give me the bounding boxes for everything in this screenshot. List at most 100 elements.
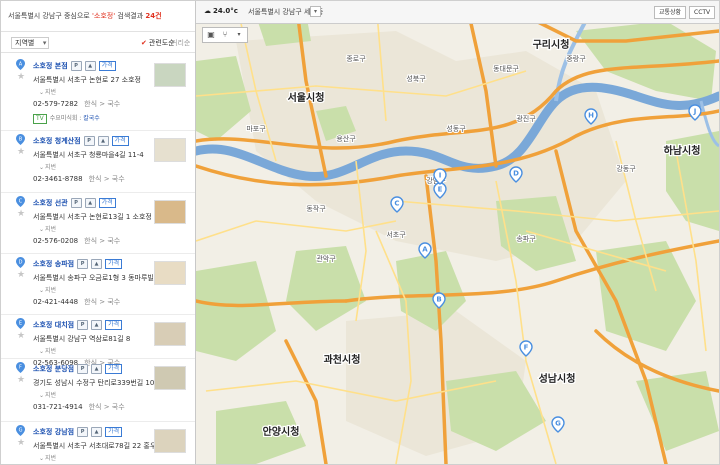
- favorite-star-icon[interactable]: ★: [17, 331, 25, 341]
- result-address: 서울특별시 서초구 청룡마을4길 11-4: [33, 151, 144, 159]
- result-title[interactable]: 소호정 대치점: [33, 321, 74, 329]
- map-place-label: 마포구: [246, 124, 266, 133]
- parking-icon: P: [83, 136, 95, 146]
- price-button[interactable]: 가격: [105, 364, 123, 374]
- result-item[interactable]: F ★ 소호정 분당점P▲가격경기도 성남시 수정구 탄리로339번길 10 지번 03…: [1, 358, 195, 422]
- result-address: 경기도 성남시 수정구 탄리로339번길 10: [33, 379, 155, 387]
- result-thumbnail[interactable]: [154, 63, 186, 87]
- sort-bar: 지역별 관련도순 거리순: [1, 31, 195, 53]
- map-place-label: 서울시청: [288, 91, 325, 104]
- result-address: 서울특별시 송파구 오금로1형 3 동마루빌딩: [33, 274, 161, 282]
- restaurant-icon[interactable]: ⑂: [219, 30, 231, 40]
- map-marker-icon[interactable]: F: [16, 362, 25, 373]
- map-marker-icon[interactable]: A: [16, 59, 25, 70]
- result-item[interactable]: C ★ 소호정 선관P▲가격서울특별시 서초구 논현로13길 1 소호정지번 02-5…: [1, 192, 195, 254]
- parking-icon: P: [77, 320, 89, 330]
- marker-letter: E: [438, 186, 443, 194]
- map-place-label: 성남시청: [539, 372, 576, 385]
- price-button[interactable]: 가격: [105, 259, 123, 269]
- result-thumbnail[interactable]: [154, 138, 186, 162]
- result-category: 한식 > 국수: [88, 175, 125, 183]
- result-title[interactable]: 소호정 송파점: [33, 260, 74, 268]
- parking-icon: P: [77, 427, 89, 437]
- favorite-star-icon[interactable]: ★: [17, 147, 25, 157]
- result-item[interactable]: A ★ 소호정 본점P▲가격서울특별시 서초구 논현로 27 소호정지번 02-579…: [1, 55, 195, 131]
- map-marker-icon[interactable]: B: [16, 134, 25, 145]
- result-item[interactable]: E★소호정 대치점P▲가격서울특별시 강남구 역삼로81길 8지번02-563-…: [1, 314, 195, 367]
- result-phone: 02-579-7282: [33, 100, 79, 108]
- marker-letter: G: [19, 427, 23, 433]
- app-frame: 서울특별시 강남구 중심으로 '소호정' 검색결과 24건 지역별 관련도순 거…: [0, 0, 720, 465]
- jibun-toggle[interactable]: 지번: [39, 162, 56, 171]
- result-title[interactable]: 소호정 강남점: [33, 428, 74, 436]
- jibun-toggle[interactable]: 지번: [39, 224, 56, 233]
- result-name[interactable]: 소호정 분당점 P ▲ 가격: [33, 364, 123, 374]
- favorite-star-icon[interactable]: ★: [17, 438, 25, 448]
- map-place-label: 송파구: [516, 234, 536, 243]
- jibun-toggle[interactable]: 지번: [39, 87, 56, 96]
- favorite-star-icon[interactable]: ★: [17, 209, 25, 219]
- map-marker-icon[interactable]: E: [16, 318, 25, 329]
- weather-temp: 24.0°c: [213, 7, 238, 15]
- map-marker-icon[interactable]: C: [16, 196, 25, 207]
- bus-icon[interactable]: ▣: [205, 30, 217, 40]
- result-item[interactable]: G ★ 소호정 강남점P▲가격서울특별시 서초구 서초대로78길 22 홍우빌지번: [1, 421, 195, 464]
- result-name[interactable]: 소호정 본점 P ▲ 가격: [33, 61, 116, 71]
- map-top-bar: ☁ 24.0°c 서울특별시 강남구 세곡동 ▾ 교통상황 CCTV: [196, 1, 719, 24]
- result-address: 서울특별시 강남구 역삼로81길 8: [33, 335, 131, 343]
- result-title[interactable]: 소호정 선관: [33, 199, 68, 207]
- jibun-toggle[interactable]: 지번: [39, 390, 56, 399]
- map-place-label: 종로구: [346, 55, 366, 63]
- jibun-toggle[interactable]: 지번: [39, 453, 56, 462]
- map-place-label: 과천시청: [324, 353, 361, 366]
- map-place-label: 강동구: [616, 164, 636, 173]
- price-button[interactable]: 가격: [98, 198, 116, 208]
- map-area[interactable]: 구리시청서울시청하남시청과천시청성남시청안양시청강남구서초구송파구동작구용산구마…: [196, 1, 719, 464]
- jibun-toggle[interactable]: 지번: [39, 346, 56, 355]
- sort-relevance[interactable]: 관련도순: [141, 38, 175, 48]
- jibun-toggle[interactable]: 지번: [39, 285, 56, 294]
- map-place-label: 용산구: [336, 134, 356, 143]
- parking-icon: P: [77, 364, 89, 374]
- result-title[interactable]: 소호정 청계산점: [33, 137, 81, 145]
- price-button[interactable]: 가격: [111, 136, 129, 146]
- map-place-label: 광진구: [516, 114, 536, 123]
- result-item[interactable]: D ★ 소호정 송파점P▲가격서울특별시 송파구 오금로1형 3 동마루빌딩지번 02…: [1, 253, 195, 315]
- result-thumbnail[interactable]: [154, 366, 186, 390]
- map-canvas[interactable]: 구리시청서울시청하남시청과천시청성남시청안양시청강남구서초구송파구동작구용산구마…: [196, 1, 719, 464]
- result-thumbnail[interactable]: [154, 261, 186, 285]
- favorite-star-icon[interactable]: ★: [17, 375, 25, 385]
- favorite-star-icon[interactable]: ★: [17, 270, 25, 280]
- price-button[interactable]: 가격: [105, 427, 123, 437]
- chevron-down-icon[interactable]: ▾: [310, 6, 321, 17]
- result-name[interactable]: 소호정 청계산점 P ▲ 가격: [33, 136, 129, 146]
- result-title[interactable]: 소호정 분당점: [33, 365, 74, 373]
- result-title[interactable]: 소호정 본점: [33, 62, 68, 70]
- dropdown-icon[interactable]: ▾: [233, 30, 245, 40]
- result-thumbnail[interactable]: [154, 322, 186, 346]
- result-name[interactable]: 소호정 강남점 P ▲ 가격: [33, 427, 123, 437]
- tv-program[interactable]: 칼국수: [83, 115, 100, 122]
- marker-letter: A: [19, 61, 23, 67]
- result-name[interactable]: 소호정 대치점 P ▲ 가격: [33, 320, 123, 330]
- result-category: 한식 > 국수: [84, 298, 121, 306]
- result-thumbnail[interactable]: [154, 429, 186, 453]
- map-marker-icon[interactable]: G: [16, 425, 25, 436]
- price-button[interactable]: 가격: [98, 61, 116, 71]
- cctv-button[interactable]: CCTV: [689, 6, 716, 19]
- photo-icon: ▲: [91, 364, 103, 374]
- map-marker-icon[interactable]: D: [16, 257, 25, 268]
- result-name[interactable]: 소호정 선관 P ▲ 가격: [33, 198, 116, 208]
- result-phone: 031-721-4914: [33, 403, 83, 411]
- sort-distance[interactable]: 거리순: [171, 38, 190, 48]
- result-category: 한식 > 국수: [84, 100, 121, 108]
- favorite-star-icon[interactable]: ★: [17, 72, 25, 82]
- result-item[interactable]: B ★ 소호정 청계산점P▲가격서울특별시 서초구 청룡마을4길 11-4 지번 02-…: [1, 130, 195, 193]
- region-select[interactable]: 지역별: [11, 37, 50, 49]
- result-name[interactable]: 소호정 송파점 P ▲ 가격: [33, 259, 123, 269]
- map-place-label: 하남시청: [664, 144, 701, 157]
- traffic-button[interactable]: 교통상황: [654, 6, 687, 19]
- price-button[interactable]: 가격: [105, 320, 123, 330]
- result-panel: 서울특별시 강남구 중심으로 '소호정' 검색결과 24건 지역별 관련도순 거…: [1, 1, 196, 464]
- result-thumbnail[interactable]: [154, 200, 186, 224]
